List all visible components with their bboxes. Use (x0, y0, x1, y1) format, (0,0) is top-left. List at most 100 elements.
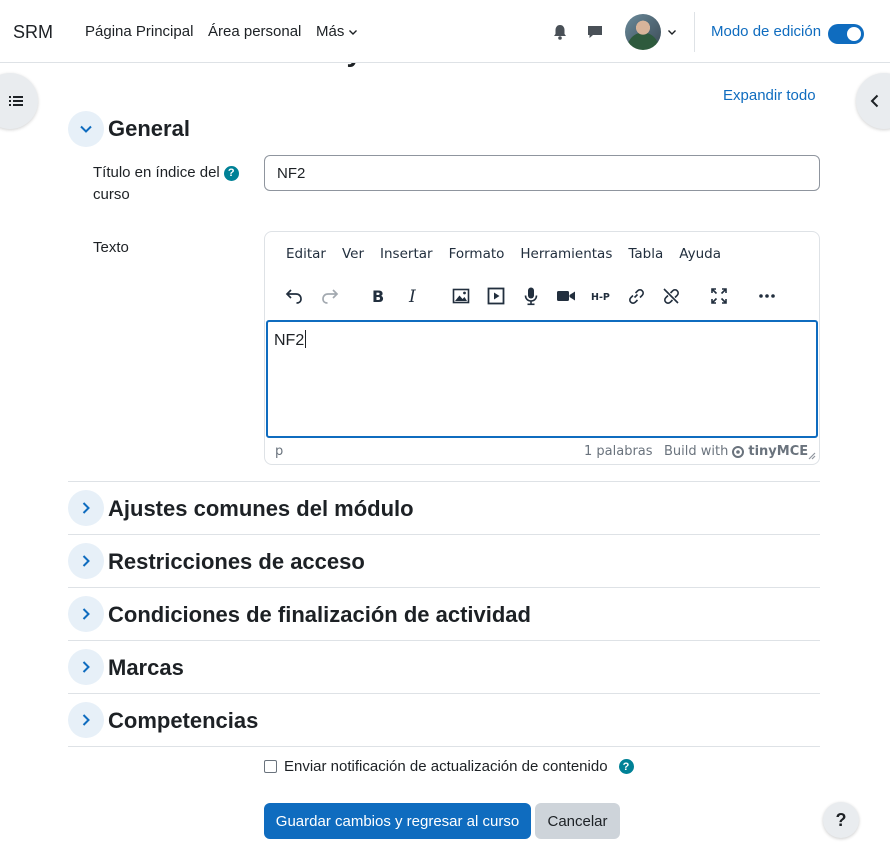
chevron-right-icon (82, 555, 90, 567)
h5p-button[interactable]: H-P (589, 284, 613, 308)
undo-button[interactable] (282, 284, 306, 308)
link-icon (629, 289, 644, 304)
fullscreen-button[interactable] (707, 284, 731, 308)
menu-insert[interactable]: Insertar (380, 246, 433, 262)
tags-expand-button[interactable] (68, 649, 104, 685)
section-title-competencies[interactable]: Competencias (108, 708, 258, 734)
chevron-right-icon (82, 608, 90, 620)
bold-button[interactable]: B (366, 284, 390, 308)
section-divider (68, 481, 820, 482)
course-index-drawer-button[interactable] (0, 73, 38, 129)
chevron-right-icon (82, 661, 90, 673)
section-divider (68, 534, 820, 535)
editor-statusbar: p 1 palabras Build with tinyMCE (265, 442, 819, 464)
h5p-icon: H-P (591, 292, 610, 303)
insert-media-button[interactable] (484, 284, 508, 308)
video-camera-icon (557, 291, 575, 301)
chevron-down-icon[interactable] (667, 27, 677, 37)
notify-row: Enviar notificación de actualización de … (264, 758, 634, 775)
microphone-icon (524, 287, 538, 306)
element-path[interactable]: p (275, 444, 283, 459)
user-avatar[interactable] (625, 14, 661, 50)
menu-view[interactable]: Ver (342, 246, 364, 262)
menu-format[interactable]: Formato (449, 246, 505, 262)
unlink-icon (663, 288, 679, 304)
italic-button[interactable]: I (401, 284, 425, 308)
edit-mode-toggle[interactable] (828, 24, 864, 44)
tinymce-label: tinyMCE (748, 444, 809, 459)
fullscreen-icon (711, 288, 727, 304)
cancel-button[interactable]: Cancelar (535, 803, 620, 839)
section-title-tags[interactable]: Marcas (108, 655, 184, 681)
title-label-line2: curso (93, 186, 130, 203)
editor-menubar: Editar Ver Insertar Formato Herramientas… (265, 246, 721, 262)
notify-label[interactable]: Enviar notificación de actualización de … (284, 758, 608, 775)
bell-icon[interactable] (551, 23, 569, 41)
bold-icon: B (372, 287, 384, 306)
section-title-access-restrictions[interactable]: Restricciones de acceso (108, 549, 365, 575)
navbar-divider (694, 12, 695, 52)
chevron-right-icon (82, 502, 90, 514)
module-settings-expand-button[interactable] (68, 490, 104, 526)
menu-help[interactable]: Ayuda (679, 246, 721, 262)
notify-checkbox[interactable] (264, 760, 277, 773)
help-button[interactable]: ? (823, 802, 859, 838)
undo-icon (285, 289, 302, 304)
resize-handle-icon[interactable] (806, 450, 816, 460)
unlink-button[interactable] (659, 284, 683, 308)
record-audio-button[interactable] (519, 284, 543, 308)
chevron-down-icon (80, 125, 92, 133)
title-input[interactable] (264, 155, 820, 191)
svg-text:I: I (408, 287, 416, 306)
title-label-line1: Título en índice del (93, 164, 220, 181)
italic-icon: I (408, 287, 416, 306)
nav-dashboard-link[interactable]: Área personal (208, 23, 301, 40)
editor-text: NF2 (274, 332, 305, 349)
chat-icon[interactable] (586, 23, 604, 41)
menu-table[interactable]: Tabla (628, 246, 663, 262)
menu-edit[interactable]: Editar (286, 246, 326, 262)
help-icon[interactable]: ? (618, 759, 634, 774)
section-title-completion[interactable]: Condiciones de finalización de actividad (108, 602, 531, 628)
tinymce-logo-icon (732, 445, 745, 458)
media-icon (487, 287, 505, 305)
access-restrictions-expand-button[interactable] (68, 543, 104, 579)
competencies-expand-button[interactable] (68, 702, 104, 738)
section-divider (68, 640, 820, 641)
editor-toolbar: B I H-P (265, 284, 819, 308)
more-horizontal-icon (759, 294, 775, 298)
section-divider (68, 693, 820, 694)
block-drawer-button[interactable] (856, 73, 890, 129)
section-title-general[interactable]: General (108, 116, 190, 142)
nav-more-menu[interactable]: Más (316, 23, 358, 40)
svg-text:H-P: H-P (591, 292, 610, 303)
general-collapse-button[interactable] (68, 111, 104, 147)
section-divider (68, 746, 820, 747)
chevron-left-icon (870, 94, 879, 108)
editor-content-area[interactable]: NF2 (266, 320, 818, 438)
more-tools-button[interactable] (755, 284, 779, 308)
site-brand[interactable]: SRM (13, 22, 53, 43)
insert-image-button[interactable] (449, 284, 473, 308)
help-icon[interactable]: ? (223, 165, 239, 181)
top-navbar: SRM Página Principal Área personal Más M… (0, 0, 890, 63)
redo-button[interactable] (318, 284, 342, 308)
save-and-return-button[interactable]: Guardar cambios y regresar al curso (264, 803, 531, 839)
nav-home-link[interactable]: Página Principal (85, 23, 193, 40)
word-count[interactable]: 1 palabras (584, 444, 653, 459)
chevron-down-icon (349, 29, 358, 35)
menu-tools[interactable]: Herramientas (520, 246, 612, 262)
build-with-label: Build with (664, 444, 729, 459)
expand-all-link[interactable]: Expandir todo (723, 87, 816, 104)
image-icon (452, 288, 470, 304)
nav-more-label: Más (316, 23, 345, 40)
completion-expand-button[interactable] (68, 596, 104, 632)
list-icon (9, 96, 23, 106)
record-video-button[interactable] (554, 284, 578, 308)
edit-mode-label: Modo de edición (711, 23, 822, 40)
tinymce-branding[interactable]: Build with tinyMCE (664, 444, 808, 459)
rich-text-editor: Editar Ver Insertar Formato Herramientas… (264, 231, 820, 465)
section-title-module-settings[interactable]: Ajustes comunes del módulo (108, 496, 414, 522)
insert-link-button[interactable] (624, 284, 648, 308)
title-field-label: Título en índice del? curso (93, 162, 253, 206)
